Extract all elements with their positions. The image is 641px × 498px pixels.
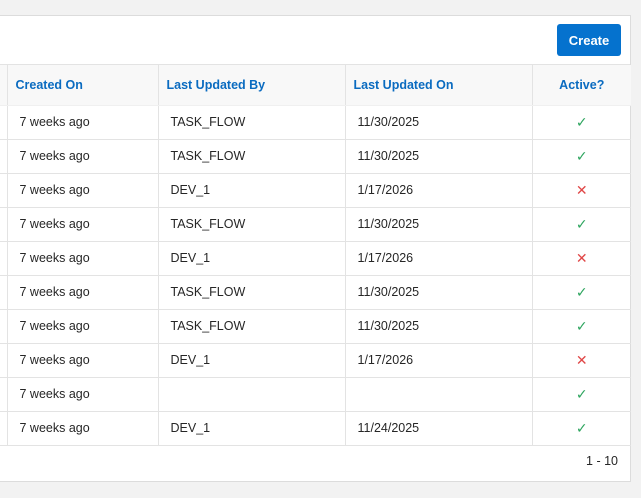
cell-created-on: 7 weeks ago (6, 343, 158, 378)
check-icon: ✓ (575, 283, 588, 300)
cell-active: ✓ (531, 275, 631, 310)
table-body: 7 weeks ago TASK_FLOW 11/30/2025 ✓ 7 weeks a… (0, 105, 631, 446)
check-icon: ✓ (575, 147, 588, 164)
cell-active: ✓ (531, 105, 631, 140)
cell-last-updated-on: 11/30/2025 (344, 105, 532, 140)
cross-icon: ✕ (575, 181, 588, 198)
report-region: Create Created On Last Updated By Last U… (0, 15, 631, 482)
cell-last-updated-by: DEV_1 (157, 241, 345, 276)
cell-last-updated-by: TASK_FLOW (157, 275, 345, 310)
cell-last-updated-on (344, 377, 532, 412)
cross-icon: ✕ (575, 351, 588, 368)
check-icon: ✓ (575, 385, 588, 402)
cell-last-updated-on: 11/30/2025 (344, 309, 532, 344)
pagination-range: 1 - 10 (586, 454, 618, 468)
cell-last-updated-on: 1/17/2026 (344, 241, 532, 276)
cell-active: ✓ (531, 377, 631, 412)
check-icon: ✓ (575, 317, 588, 334)
cell-active: ✕ (531, 241, 631, 276)
cell-last-updated-on: 1/17/2026 (344, 343, 532, 378)
row-stub-cell (0, 173, 7, 208)
cell-last-updated-by: DEV_1 (157, 173, 345, 208)
cell-active: ✓ (531, 309, 631, 344)
cell-created-on: 7 weeks ago (6, 139, 158, 174)
cell-created-on: 7 weeks ago (6, 275, 158, 310)
report-footer: 1 - 10 (0, 443, 630, 481)
cell-last-updated-by: TASK_FLOW (157, 139, 345, 174)
cell-last-updated-on: 11/30/2025 (344, 139, 532, 174)
cell-last-updated-by: DEV_1 (157, 343, 345, 378)
cell-created-on: 7 weeks ago (6, 105, 158, 140)
cell-created-on: 7 weeks ago (6, 309, 158, 344)
table-row[interactable]: 7 weeks ago TASK_FLOW 11/30/2025 ✓ (0, 309, 631, 344)
cell-last-updated-by: TASK_FLOW (157, 309, 345, 344)
cell-active: ✕ (531, 343, 631, 378)
table-row[interactable]: 7 weeks ago TASK_FLOW 11/30/2025 ✓ (0, 207, 631, 242)
check-icon: ✓ (575, 215, 588, 232)
cell-last-updated-on: 11/24/2025 (344, 411, 532, 446)
row-stub-cell (0, 207, 7, 242)
report-toolbar: Create (0, 16, 630, 65)
column-header-last-updated-on[interactable]: Last Updated On (344, 65, 532, 106)
cell-active: ✓ (531, 139, 631, 174)
cell-active: ✕ (531, 173, 631, 208)
cell-created-on: 7 weeks ago (6, 173, 158, 208)
table-row[interactable]: 7 weeks ago DEV_1 11/24/2025 ✓ (0, 411, 631, 446)
cell-created-on: 7 weeks ago (6, 207, 158, 242)
check-icon: ✓ (575, 113, 588, 130)
cell-last-updated-by: DEV_1 (157, 411, 345, 446)
create-button[interactable]: Create (557, 24, 621, 56)
row-stub-cell (0, 343, 7, 378)
column-header-created-on[interactable]: Created On (6, 65, 158, 106)
report-table: Created On Last Updated By Last Updated … (0, 65, 631, 446)
check-icon: ✓ (575, 419, 588, 436)
row-stub-cell (0, 139, 7, 174)
column-header-last-updated-by[interactable]: Last Updated By (157, 65, 345, 106)
cell-active: ✓ (531, 207, 631, 242)
cell-last-updated-by: TASK_FLOW (157, 105, 345, 140)
cell-last-updated-by: TASK_FLOW (157, 207, 345, 242)
row-stub-cell (0, 105, 7, 140)
cell-last-updated-by (157, 377, 345, 412)
cross-icon: ✕ (575, 249, 588, 266)
column-header-stub (0, 65, 7, 106)
row-stub-cell (0, 241, 7, 276)
row-stub-cell (0, 275, 7, 310)
column-header-active[interactable]: Active? (531, 65, 631, 106)
cell-created-on: 7 weeks ago (6, 377, 158, 412)
table-row[interactable]: 7 weeks ago DEV_1 1/17/2026 ✕ (0, 343, 631, 378)
cell-created-on: 7 weeks ago (6, 411, 158, 446)
cell-last-updated-on: 11/30/2025 (344, 207, 532, 242)
table-row[interactable]: 7 weeks ago DEV_1 1/17/2026 ✕ (0, 173, 631, 208)
table-row[interactable]: 7 weeks ago DEV_1 1/17/2026 ✕ (0, 241, 631, 276)
table-row[interactable]: 7 weeks ago TASK_FLOW 11/30/2025 ✓ (0, 275, 631, 310)
row-stub-cell (0, 309, 7, 344)
table-header-row: Created On Last Updated By Last Updated … (0, 65, 631, 106)
table-row[interactable]: 7 weeks ago TASK_FLOW 11/30/2025 ✓ (0, 105, 631, 140)
table-row[interactable]: 7 weeks ago ✓ (0, 377, 631, 412)
cell-last-updated-on: 1/17/2026 (344, 173, 532, 208)
table-row[interactable]: 7 weeks ago TASK_FLOW 11/30/2025 ✓ (0, 139, 631, 174)
row-stub-cell (0, 411, 7, 446)
cell-last-updated-on: 11/30/2025 (344, 275, 532, 310)
cell-created-on: 7 weeks ago (6, 241, 158, 276)
row-stub-cell (0, 377, 7, 412)
cell-active: ✓ (531, 411, 631, 446)
